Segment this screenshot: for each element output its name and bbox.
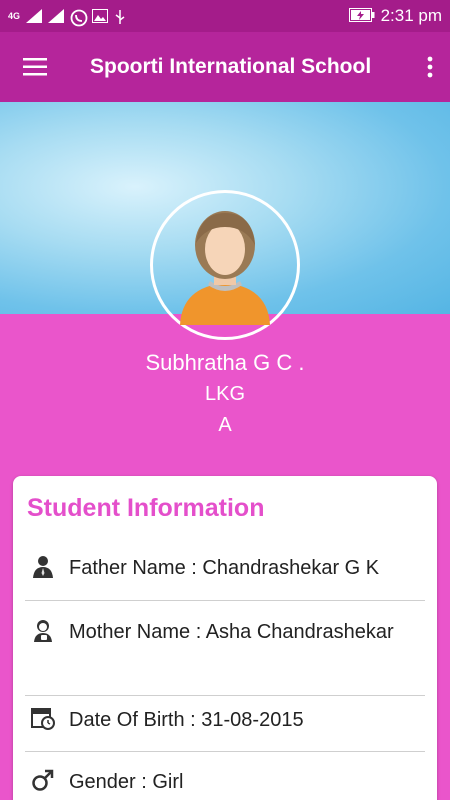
info-row-dob: Date Of Birth : 31-08-2015 xyxy=(25,706,425,734)
mother-icon xyxy=(31,618,55,642)
student-avatar-icon xyxy=(180,211,270,325)
row-divider xyxy=(25,600,425,601)
calendar-icon xyxy=(31,706,55,730)
status-right: 2:31 pm xyxy=(348,6,442,26)
app-title: Spoorti International School xyxy=(90,55,372,78)
info-row-gender: Gender : Girl xyxy=(25,768,425,796)
status-left: 4G xyxy=(8,9,349,27)
male-gender-icon xyxy=(31,768,55,792)
row-divider xyxy=(25,751,425,752)
battery-charging-icon xyxy=(348,7,375,25)
network-type: 4G xyxy=(8,11,21,21)
signal-icon xyxy=(48,9,65,23)
status-bar: 4G 2:31 pm xyxy=(0,0,450,32)
hamburger-menu-icon[interactable] xyxy=(0,32,70,102)
student-section: A xyxy=(218,414,232,436)
more-vert-icon[interactable] xyxy=(410,32,450,102)
dob-text: Date Of Birth : 31-08-2015 xyxy=(69,709,304,731)
mother-name-text: Mother Name : Asha Chandrashekar xyxy=(69,621,394,643)
row-divider xyxy=(25,695,425,696)
image-icon xyxy=(92,9,109,23)
app-bar: Spoorti International School xyxy=(0,32,450,102)
usb-icon xyxy=(114,9,130,24)
father-name-text: Father Name : Chandrashekar G K xyxy=(69,557,380,579)
avatar xyxy=(150,190,300,340)
card-heading: Student Information xyxy=(27,494,265,522)
signal-icon xyxy=(26,9,43,23)
info-row-mother: Mother Name : Asha Chandrashekar xyxy=(25,618,425,672)
gender-text: Gender : Girl xyxy=(69,771,184,793)
father-icon xyxy=(31,554,55,578)
info-row-father: Father Name : Chandrashekar G K xyxy=(25,554,425,582)
whatsapp-icon xyxy=(70,9,88,27)
student-info-card: Student Information Father Name : Chandr… xyxy=(13,476,437,800)
clock: 2:31 pm xyxy=(380,6,442,25)
student-name: Subhratha G C . xyxy=(145,350,305,375)
student-class: LKG xyxy=(204,383,246,405)
